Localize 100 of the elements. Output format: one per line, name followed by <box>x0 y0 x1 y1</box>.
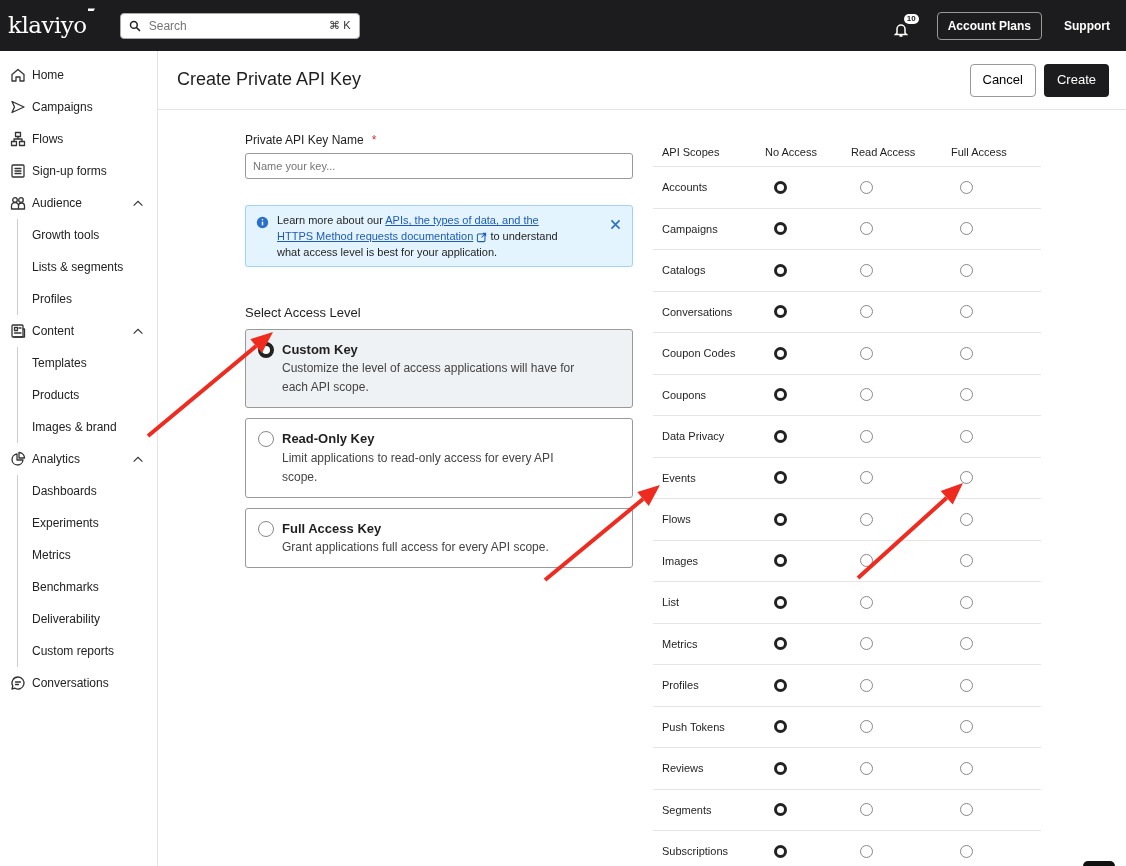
bell-icon <box>892 21 909 38</box>
radio-button[interactable] <box>774 637 787 651</box>
radio-button[interactable] <box>860 346 873 360</box>
scope-name: Profiles <box>661 678 700 693</box>
sidebar-subitem[interactable]: Templates <box>18 347 157 379</box>
radio-button[interactable] <box>774 305 787 319</box>
external-link-icon <box>476 231 488 243</box>
sidebar-item[interactable]: Audience <box>0 187 157 219</box>
radio-button[interactable] <box>860 512 873 526</box>
sidebar-subitem[interactable]: Metrics <box>18 539 157 571</box>
scope-name: Conversations <box>661 304 734 320</box>
radio-button[interactable] <box>960 222 973 236</box>
radio-button[interactable] <box>960 346 973 360</box>
name-field[interactable]: Name your key... <box>245 153 633 179</box>
sidebar-item[interactable]: Content <box>0 315 157 347</box>
radio-button[interactable] <box>774 388 787 402</box>
radio-button[interactable] <box>960 844 973 858</box>
logo: klaviyo <box>8 8 96 43</box>
support-link[interactable]: Support <box>1064 16 1110 35</box>
radio-button[interactable] <box>960 720 973 734</box>
radio-button[interactable] <box>960 263 973 277</box>
sidebar-subitem[interactable]: Products <box>18 379 157 411</box>
shortcut-hint: ⌘ K <box>329 18 351 34</box>
access-option[interactable]: Read-Only Key Limit applications to read-only access for every API scope. <box>245 418 633 498</box>
radio-button[interactable] <box>774 512 787 526</box>
option-description: Limit applications to read-only access for every API scope. <box>282 449 555 486</box>
radio-button[interactable] <box>774 263 787 277</box>
radio-button[interactable] <box>860 222 873 236</box>
radio-button[interactable] <box>960 554 973 568</box>
sidebar-item[interactable]: Conversations <box>0 667 157 699</box>
sidebar-subitem[interactable]: Profiles <box>18 283 157 315</box>
radio-button[interactable] <box>960 429 973 443</box>
radio-button[interactable] <box>774 222 787 236</box>
radio-button[interactable] <box>860 803 873 817</box>
help-button[interactable] <box>1083 861 1115 866</box>
radio-button[interactable] <box>860 388 873 402</box>
radio-button[interactable] <box>860 844 873 858</box>
radio-button[interactable] <box>258 520 274 537</box>
radio-button[interactable] <box>960 803 973 817</box>
sidebar-item[interactable]: Flows <box>0 123 157 155</box>
radio-button[interactable] <box>960 761 973 775</box>
radio-button[interactable] <box>860 637 873 651</box>
radio-button[interactable] <box>774 180 787 194</box>
radio-button[interactable] <box>960 512 973 526</box>
scope-name: Push Tokens <box>661 719 726 735</box>
radio-button[interactable] <box>258 431 274 447</box>
sidebar-subitem[interactable]: Images & brand <box>18 411 157 443</box>
people-icon <box>10 195 26 211</box>
sidebar-subitem[interactable]: Benchmarks <box>18 571 157 603</box>
sidebar-subitem[interactable]: Custom reports <box>18 635 157 667</box>
radio-button[interactable] <box>860 263 873 277</box>
radio-button[interactable] <box>960 637 973 651</box>
scope-name: Metrics <box>661 636 699 652</box>
radio-button[interactable] <box>960 471 973 485</box>
radio-button[interactable] <box>860 595 873 609</box>
sidebar-subitem[interactable]: Growth tools <box>18 219 157 251</box>
radio-button[interactable] <box>960 388 973 402</box>
radio-button[interactable] <box>960 678 973 692</box>
radio-button[interactable] <box>960 180 973 194</box>
radio-button[interactable] <box>860 471 873 485</box>
sidebar-item[interactable]: Sign-up forms <box>0 155 157 187</box>
sidebar-item[interactable]: Home <box>0 59 157 91</box>
radio-button[interactable] <box>774 471 787 485</box>
radio-button[interactable] <box>860 678 873 692</box>
column-header: API Scopes <box>661 145 721 161</box>
radio-button[interactable] <box>774 720 787 734</box>
radio-button[interactable] <box>860 429 873 443</box>
access-option[interactable]: Full Access Key Grant applications full access for every API scope. <box>245 507 633 568</box>
sidebar-item[interactable]: Campaigns <box>0 91 157 123</box>
radio-button[interactable] <box>774 595 787 609</box>
radio-button[interactable] <box>860 761 873 775</box>
radio-button[interactable] <box>960 305 973 319</box>
radio-button[interactable] <box>860 180 873 194</box>
radio-button[interactable] <box>860 305 873 319</box>
documentation-link[interactable]: HTTPS Method requests documentation <box>277 230 474 242</box>
radio-button[interactable] <box>860 720 873 734</box>
radio-button[interactable] <box>774 803 787 817</box>
radio-button[interactable] <box>774 678 787 692</box>
radio-button[interactable] <box>774 429 787 443</box>
documentation-link[interactable]: APIs, the types of data, and the <box>385 214 539 226</box>
access-option[interactable]: Custom Key Customize the level of access applications will have for each API scope. <box>245 328 633 408</box>
account-plans-button[interactable]: Account Plans <box>936 11 1042 40</box>
radio-button[interactable] <box>774 554 787 568</box>
radio-button[interactable] <box>960 595 973 609</box>
create-button[interactable]: Create <box>1043 63 1109 97</box>
scope-name: Flows <box>661 512 692 527</box>
radio-button[interactable] <box>774 844 787 858</box>
search-bar[interactable]: Search ⌘ K <box>119 12 360 39</box>
cancel-button[interactable]: Cancel <box>969 63 1036 97</box>
sidebar-item[interactable]: Analytics <box>0 443 157 475</box>
radio-button[interactable] <box>774 761 787 775</box>
required-marker: * <box>371 132 377 149</box>
notification-button[interactable]: 10 <box>892 13 919 38</box>
sidebar-subitem[interactable]: Experiments <box>18 507 157 539</box>
home-icon <box>10 67 26 83</box>
sidebar-subitem[interactable]: Dashboards <box>18 475 157 507</box>
sidebar-subitem[interactable]: Deliverability <box>18 603 157 635</box>
radio-button[interactable] <box>774 346 787 360</box>
sidebar-subitem[interactable]: Lists & segments <box>18 251 157 283</box>
section-label: Select Access Level <box>245 304 362 322</box>
